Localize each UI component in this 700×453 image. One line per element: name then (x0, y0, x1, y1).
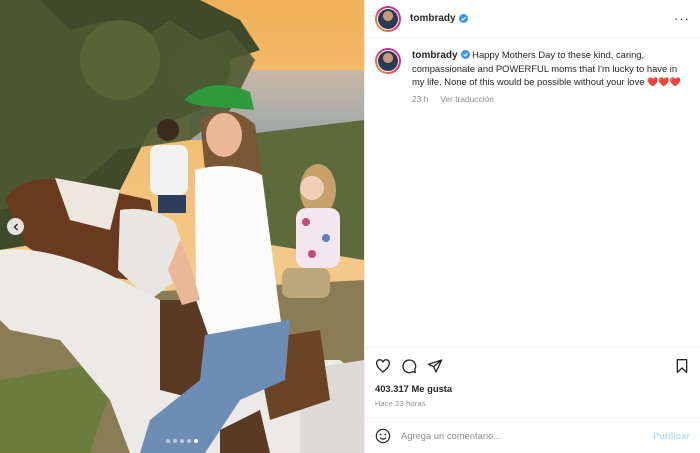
translate-link[interactable]: Ver traducción (440, 94, 494, 104)
comment-icon[interactable] (401, 358, 417, 374)
carousel-dot (187, 439, 191, 443)
avatar[interactable] (375, 5, 401, 32)
carousel-prev-button[interactable] (7, 218, 24, 235)
publish-button[interactable]: Publicar (653, 430, 690, 441)
likes-count[interactable]: 403.317 Me gusta (365, 383, 700, 394)
carousel-dot (173, 439, 177, 443)
caption-meta: 23 h Ver traducción (412, 94, 690, 104)
avatar[interactable] (375, 48, 401, 74)
carousel-dot (166, 439, 170, 443)
emoji-icon[interactable] (375, 428, 391, 444)
post-actions (365, 347, 700, 383)
verified-badge-icon (458, 14, 468, 23)
more-options-icon[interactable]: ··· (674, 11, 690, 26)
post-timestamp: Hace 23 horas (375, 399, 426, 408)
carousel-indicator (0, 439, 364, 443)
bookmark-icon[interactable] (674, 358, 690, 374)
heart-icon[interactable] (375, 358, 391, 374)
post-photo[interactable] (0, 0, 364, 453)
caption-age: 23 h (412, 94, 429, 104)
comment-input[interactable] (401, 430, 653, 441)
carousel-dot (194, 439, 198, 443)
post-caption: tombrady Happy Mothers Day to these kind… (375, 48, 690, 104)
author-username[interactable]: tombrady (410, 13, 456, 24)
caption-username[interactable]: tombrady (412, 50, 458, 61)
verified-badge-icon (460, 50, 470, 59)
comment-bar: Publicar (365, 417, 700, 453)
post-header: tombrady ··· (365, 0, 700, 38)
post-side-panel: tombrady ··· tombrady Happy Mothers Day … (364, 0, 700, 453)
share-icon[interactable] (427, 358, 443, 374)
carousel-dot (180, 439, 184, 443)
comments-section: tombrady Happy Mothers Day to these kind… (365, 38, 700, 347)
chevron-left-icon (13, 223, 18, 230)
photo-illustration (0, 0, 364, 453)
heart-emojis: ❤️❤️❤️ (647, 77, 681, 87)
instagram-post-modal: tombrady ··· tombrady Happy Mothers Day … (0, 0, 700, 453)
caption-text: tombrady Happy Mothers Day to these kind… (412, 48, 690, 89)
